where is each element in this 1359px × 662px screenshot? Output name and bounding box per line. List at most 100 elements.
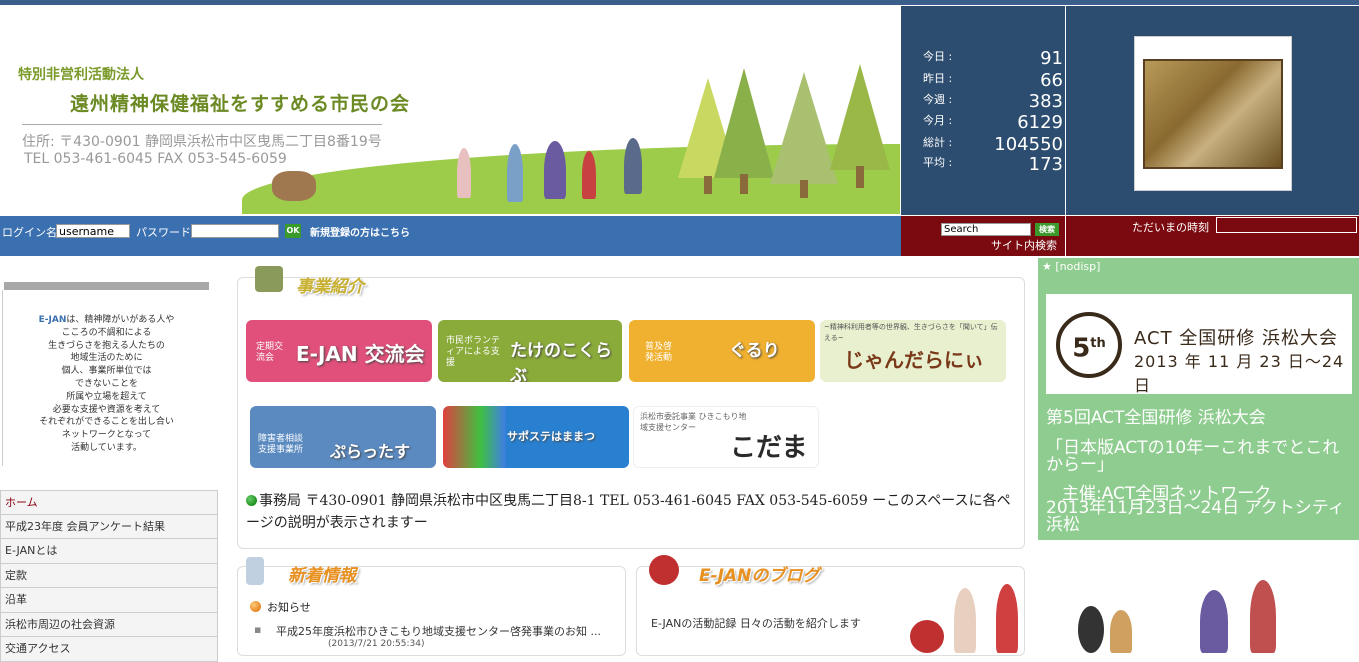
card-title: サポステはままつ [507, 430, 595, 443]
panda-illustration [1078, 606, 1104, 653]
counter-value: 91 [1040, 48, 1063, 69]
mission-line: 必要な支援や資源を考えて [52, 404, 161, 415]
mission-line: 個人、事業所単位では [61, 366, 152, 377]
business-heading: 事業紹介 [296, 277, 364, 297]
card-kouryukai[interactable]: 定期交流会 E-JAN 交流会 [246, 320, 432, 382]
fifth-badge: 5th [1056, 312, 1122, 378]
person-illustration [582, 151, 596, 199]
counter-label: 今月 : [923, 114, 953, 127]
org-name: 遠州精神保健福祉をすすめる市民の会 [70, 93, 411, 115]
nav-item-about[interactable]: E-JANとは [0, 539, 218, 564]
blog-heading: E-JANのブログ [699, 566, 820, 586]
card-title: じゃんだらにぃ [844, 348, 984, 372]
event-subtitle: 「日本版ACTの10年ーこれまでとこれからー」 [1046, 438, 1340, 475]
office-contact: 事務局 〒430-0901 静岡県浜松市中区曳馬二丁目8-1 TEL 053-4… [246, 490, 1016, 534]
tree-trunk [800, 180, 808, 198]
deer-illustration [272, 171, 316, 201]
person-illustration [624, 138, 642, 194]
flower-illustration [910, 620, 944, 653]
counter-label: 平均 : [923, 156, 953, 169]
username-input[interactable] [56, 224, 130, 238]
news-section: 新着情報 お知らせ ▪ 平成25年度浜松市ひきこもり地域支援センター啓発事業のお… [237, 557, 626, 656]
counter-value: 66 [1040, 70, 1063, 91]
card-title: ぐるり [729, 341, 780, 361]
event-panel: ★ [nodisp] 5th ACT 全国研修 浜松大会 2013 年 11 月… [1038, 258, 1359, 540]
news-heading: 新着情報 [288, 566, 356, 586]
event-date-place: 2013年11月23日〜24日 アクトシティ浜松 [1046, 498, 1345, 535]
nav-item-history[interactable]: 沿革 [0, 588, 218, 613]
person-illustration [457, 148, 471, 198]
mission-line: は、精神障がいがある人や [66, 315, 175, 325]
card-title: E-JAN 交流会 [296, 342, 425, 366]
person-illustration [1200, 590, 1228, 653]
featured-photo[interactable] [1143, 59, 1283, 169]
header-banner: 特別非営利活動法人 遠州精神保健福祉をすすめる市民の会 住所: 〒430-090… [2, 6, 900, 214]
photo-panel [1066, 6, 1359, 215]
house-icon [255, 266, 283, 292]
mission-line: 所属や立場を超えて [66, 391, 147, 402]
tree-illustration [714, 68, 774, 178]
mission-line: できないことを [74, 378, 138, 389]
blog-description: E-JANの活動記録 日々の活動を紹介します [651, 617, 861, 630]
news-category-label: お知らせ [267, 601, 311, 614]
card-sub: 普及啓発活動 [645, 342, 673, 363]
login-ok-button[interactable]: OK [285, 224, 301, 238]
mission-line: こころの不調和による [61, 327, 152, 338]
header-tel-fax: TEL 053-461-6045 FAX 053-545-6059 [24, 151, 287, 167]
news-item-date: (2013/7/21 20:55:34) [328, 639, 425, 649]
password-input[interactable] [191, 224, 279, 238]
card-title: たけのこくらぶ [510, 341, 612, 382]
contact-text: 事務局 〒430-0901 静岡県浜松市中区曳馬二丁目8-1 TEL 053-4… [246, 493, 1011, 531]
card-purattasu[interactable]: 障害者相談支援事業所 ぷらったす [250, 406, 436, 468]
mission-lead: E-JAN [38, 315, 67, 325]
counter-value: 173 [1028, 154, 1063, 175]
card-sub: 市民ボランティアによる支援 [446, 336, 501, 368]
cat-illustration [1110, 610, 1132, 653]
divider [22, 124, 382, 125]
card-title: ぷらったす [330, 442, 411, 461]
news-item-link[interactable]: 平成25年度浜松市ひきこもり地域支援センター啓発事業のお知 ... [276, 623, 626, 639]
counter-value: 6129 [1017, 112, 1063, 133]
bullet-icon: ▪ [254, 623, 262, 636]
search-input[interactable] [941, 223, 1031, 236]
mission-line: ネットワークとなって [61, 430, 152, 441]
tree-trunk [740, 174, 748, 194]
card-title: こだま [730, 433, 808, 463]
login-label: ログイン名 [2, 226, 57, 239]
header-address: 住所: 〒430-0901 静岡県浜松市中区曳馬二丁目8番19号 [22, 134, 382, 150]
badge-number: 5 [1072, 333, 1091, 364]
clock-display [1216, 217, 1357, 233]
card-takenoko[interactable]: 市民ボランティアによる支援 たけのこくらぶ [438, 320, 622, 382]
mission-line: 地域生活のために [70, 353, 143, 364]
counter-value: 383 [1028, 91, 1063, 112]
card-saposute[interactable]: サポステはままつ [443, 406, 629, 468]
card-sub: 障害者相談支援事業所 [258, 434, 304, 455]
nav-item-articles[interactable]: 定款 [0, 563, 218, 588]
orange-dot-icon [250, 601, 261, 612]
nav-item-resources[interactable]: 浜松市周辺の社会資源 [0, 612, 218, 637]
card-kodama[interactable]: 浜松市委託事業 ひきこもり地域支援センター こだま [633, 406, 819, 468]
nav-item-access[interactable]: 交通アクセス [0, 637, 218, 662]
tree-trunk [856, 166, 864, 188]
counter-label: 総計 : [923, 136, 953, 149]
nav-item-home[interactable]: ホーム [0, 490, 218, 515]
badge-suffix: th [1090, 336, 1106, 351]
login-bar: ログイン名 パスワード OK 新規登録の方はこちら [0, 216, 901, 256]
card-jandarani[interactable]: ~精神科利用者等の世界観、生きづらさを「聞いて」伝える~ じゃんだらにぃ [820, 320, 1006, 382]
counter-label: 昨日 : [923, 72, 953, 85]
card-gururi[interactable]: 普及啓発活動 ぐるり [629, 320, 815, 382]
news-category: お知らせ [250, 599, 311, 615]
person-illustration [544, 141, 566, 199]
site-search-label: サイト内検索 [991, 239, 1057, 252]
nav-item-survey[interactable]: 平成23年度 会員アンケート結果 [0, 514, 218, 539]
register-link[interactable]: 新規登録の方はこちら [310, 224, 410, 239]
characters-illustration [910, 580, 1359, 653]
sidebar-nav: ホーム 平成23年度 会員アンケート結果 E-JANとは 定款 沿革 浜松市周辺… [0, 490, 218, 662]
counter-value: 104550 [994, 134, 1063, 155]
act-event-banner[interactable]: 5th ACT 全国研修 浜松大会 2013 年 11 月 23 日〜24 日 [1046, 294, 1352, 395]
banner-title: ACT 全国研修 浜松大会 [1134, 328, 1339, 349]
person-illustration [507, 144, 523, 202]
mission-statement: E-JANは、精神障がいがある人や こころの不調和による 生きづらさを抱える人た… [4, 314, 209, 455]
nodisp-label: ★ [nodisp] [1042, 260, 1101, 273]
search-button[interactable]: 検索 [1035, 223, 1059, 236]
